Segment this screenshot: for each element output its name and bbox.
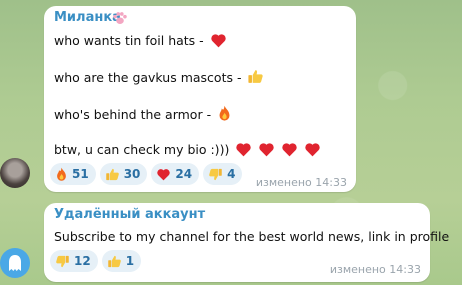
reactions-bar: 51 30 24 4 (50, 163, 243, 185)
message-line: who are the gavkus mascots - (54, 68, 264, 85)
ghost-icon (9, 255, 21, 271)
heart-emoji-icon (210, 34, 226, 48)
message-edited-time: изменено 14:33 (255, 176, 347, 189)
reaction-heart[interactable]: 24 (151, 163, 200, 185)
message-line: btw, u can check my bio :))) (54, 142, 321, 157)
avatar-deleted-account[interactable] (0, 248, 30, 278)
thumbs-up-emoji-icon (248, 70, 264, 83)
heart-icon (157, 168, 171, 180)
reaction-thumbs-up[interactable]: 30 (99, 163, 148, 185)
heart-emoji-icon (259, 143, 274, 157)
message-bubble[interactable]: Удалённый аккаунт Subscribe to my channe… (44, 203, 449, 282)
reaction-thumbs-up[interactable]: 1 (101, 250, 142, 272)
sender-name[interactable]: Удалённый аккаунт (54, 207, 205, 222)
message-line: who wants tin foil hats - (54, 33, 227, 48)
reaction-count: 30 (123, 167, 141, 181)
heart-emoji-icon (282, 143, 297, 157)
reaction-thumbs-down[interactable]: 12 (50, 250, 98, 272)
message-text: Subscribe to my channel for the best wor… (54, 229, 450, 244)
fire-icon (57, 167, 66, 181)
thumbs-up-icon (107, 255, 121, 267)
message-bubble[interactable]: Миланка who wants tin foil hats - who ar… (44, 6, 356, 192)
fire-emoji-icon (219, 105, 230, 121)
reactions-bar: 12 1 (50, 250, 142, 272)
thumbs-down-icon (209, 168, 222, 180)
heart-emoji-icon (305, 143, 320, 157)
reaction-fire[interactable]: 51 (50, 163, 96, 185)
paw-emoji-icon (113, 12, 127, 24)
reaction-count: 1 (125, 254, 135, 268)
reaction-count: 51 (72, 167, 89, 181)
message-edited-time: изменено 14:33 (329, 263, 421, 276)
reaction-count: 12 (74, 254, 91, 268)
heart-emoji-icon (236, 143, 251, 157)
avatar[interactable] (0, 158, 30, 188)
reaction-count: 24 (175, 167, 193, 181)
reaction-count: 4 (227, 167, 236, 181)
message-line: who's behind the armor - (54, 105, 232, 122)
thumbs-up-icon (105, 168, 119, 180)
thumbs-down-icon (56, 255, 69, 267)
reaction-thumbs-down[interactable]: 4 (203, 163, 243, 185)
